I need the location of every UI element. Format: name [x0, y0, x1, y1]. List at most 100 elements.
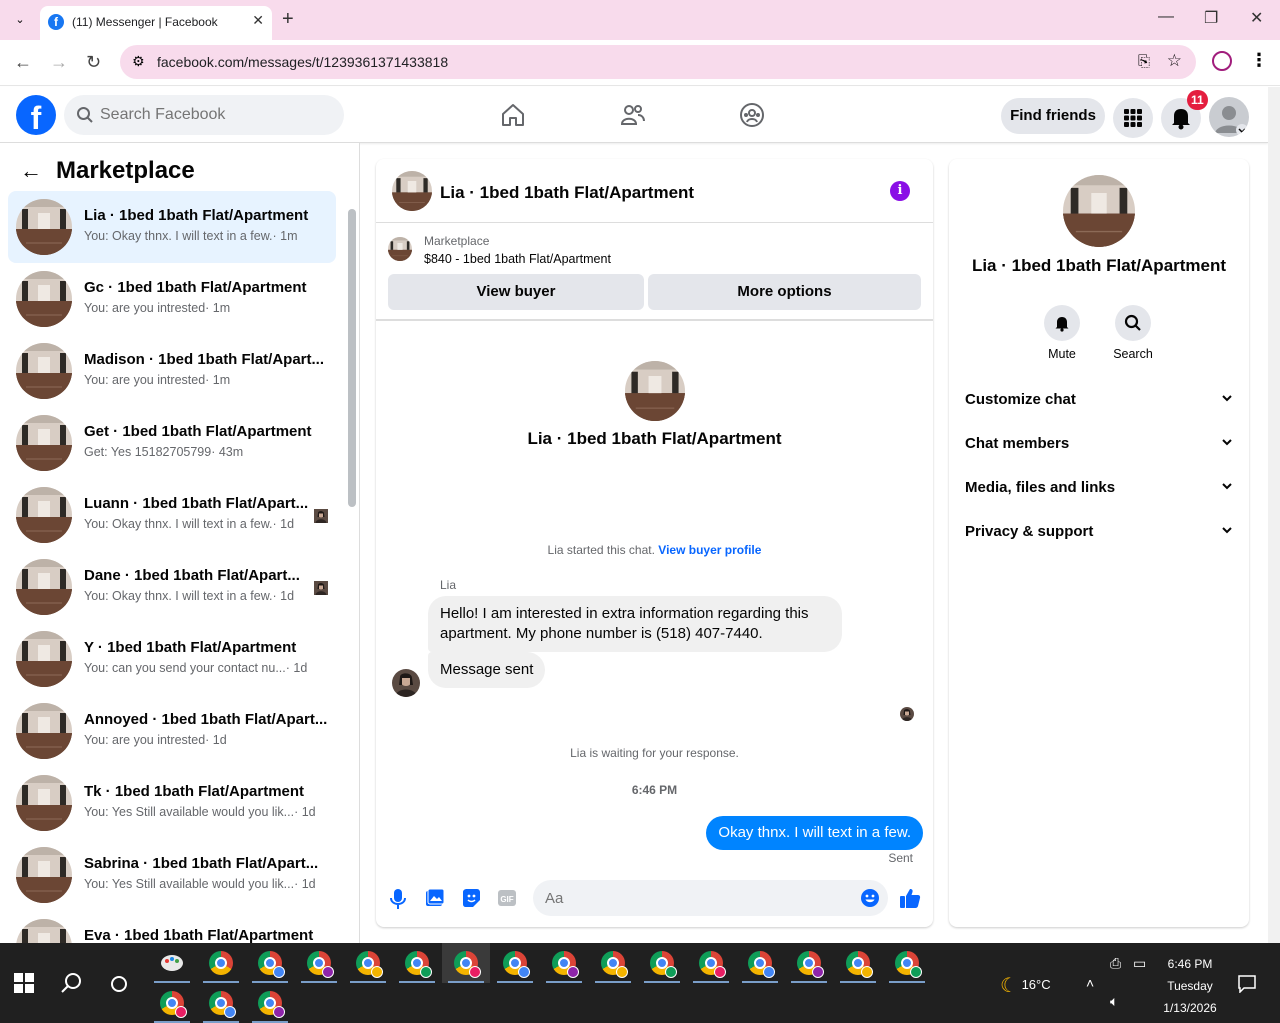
listing-thumbnail[interactable]	[388, 237, 412, 261]
search-in-chat-button[interactable]: Search	[1097, 305, 1169, 361]
chrome-window-button[interactable]	[246, 983, 294, 1023]
forward-icon[interactable]: →	[50, 52, 68, 73]
chrome-window-button[interactable]	[834, 943, 882, 983]
conversation-item[interactable]: Tk · 1bed 1bath Flat/Apartment You: Yes S…	[8, 767, 336, 839]
conversation-item[interactable]: Y · 1bed 1bath Flat/Apartment You: can yo…	[8, 623, 336, 695]
chrome-window-button[interactable]	[393, 943, 441, 983]
friends-icon[interactable]	[620, 102, 646, 133]
chat-avatar[interactable]	[392, 171, 432, 211]
view-buyer-profile-link[interactable]: View buyer profile	[658, 543, 761, 557]
page-scrollbar[interactable]	[1268, 87, 1280, 943]
conversation-item[interactable]: Madison · 1bed 1bath Flat/Apart... You: a…	[8, 335, 336, 407]
chrome-window-button[interactable]	[442, 943, 490, 983]
groups-icon[interactable]	[739, 102, 765, 133]
conversation-item[interactable]: Eva · 1bed 1bath Flat/Apartment	[8, 911, 336, 943]
conversation-item[interactable]: Dane · 1bed 1bath Flat/Apart... You: Okay…	[8, 551, 336, 623]
home-icon[interactable]	[500, 102, 526, 133]
chat-title[interactable]: Lia · 1bed 1bath Flat/Apartment	[440, 183, 694, 203]
chrome-window-button[interactable]	[197, 943, 245, 983]
chrome-window-button[interactable]	[736, 943, 784, 983]
conversation-item[interactable]: Annoyed · 1bed 1bath Flat/Apart... You: a…	[8, 695, 336, 767]
browser-menu-icon[interactable]: ⋮	[1250, 50, 1268, 71]
browser-tab-messenger[interactable]: f (11) Messenger | Facebook ✕	[40, 6, 272, 40]
chat-panel: Lia · 1bed 1bath Flat/Apartment i Market…	[376, 159, 933, 927]
close-tab-icon[interactable]: ✕	[252, 12, 264, 29]
minimize-button[interactable]: —	[1158, 8, 1174, 26]
incoming-message[interactable]: Message sent	[428, 652, 546, 688]
sender-avatar[interactable]	[392, 669, 420, 697]
details-avatar[interactable]	[1063, 175, 1135, 247]
thumbs-up-icon[interactable]	[899, 887, 921, 914]
conversation-item[interactable]: Lia · 1bed 1bath Flat/Apartment You: Okay…	[8, 191, 336, 263]
windows-start-icon[interactable]	[14, 973, 34, 998]
new-tab-button[interactable]: +	[282, 8, 294, 30]
customize-chat-row[interactable]: Customize chat	[965, 379, 1233, 423]
network-icon[interactable]: ▭	[1133, 955, 1146, 972]
incoming-message[interactable]: Hello! I am interested in extra informat…	[428, 596, 842, 652]
tab-search-button[interactable]: ⌄	[8, 8, 32, 32]
back-icon[interactable]: ←	[14, 52, 32, 73]
volume-icon[interactable]: 🔈︎	[1110, 993, 1118, 1010]
facebook-logo[interactable]: f	[16, 95, 56, 136]
taskbar-clock[interactable]: 6:46 PM Tuesday 1/13/2026	[1160, 953, 1220, 1019]
chrome-window-button[interactable]	[148, 983, 196, 1023]
site-info-icon[interactable]: ⚙	[132, 53, 145, 70]
chrome-window-button[interactable]	[785, 943, 833, 983]
view-buyer-button[interactable]: View buyer	[388, 274, 644, 310]
temperature: 16°C	[1021, 976, 1051, 992]
search-box[interactable]	[64, 95, 344, 135]
find-friends-button[interactable]: Find friends	[1001, 98, 1105, 134]
gif-icon[interactable]: GIF	[497, 888, 517, 913]
action-center-icon[interactable]	[1238, 975, 1256, 998]
show-hidden-icons-icon[interactable]: ˄	[1086, 975, 1094, 991]
meet-now-icon[interactable]: ⎙	[1110, 955, 1121, 972]
listing-title[interactable]: $840 - 1bed 1bath Flat/Apartment	[424, 252, 611, 266]
url-text[interactable]: facebook.com/messages/t/1239361371433818	[157, 54, 448, 70]
emoji-icon[interactable]	[860, 888, 880, 913]
photo-icon[interactable]	[425, 888, 445, 913]
sidebar-scrollbar[interactable]	[348, 209, 356, 507]
sticker-icon[interactable]	[461, 888, 481, 913]
chat-members-row[interactable]: Chat members	[965, 423, 1233, 467]
search-input[interactable]	[100, 95, 330, 135]
account-avatar[interactable]	[1209, 97, 1249, 137]
back-arrow-icon[interactable]: ←	[20, 158, 48, 184]
chrome-icon	[650, 951, 677, 978]
chrome-window-button[interactable]	[589, 943, 637, 983]
conversation-item[interactable]: Sabrina · 1bed 1bath Flat/Apart... You: Y…	[8, 839, 336, 911]
conversation-item[interactable]: Gc · 1bed 1bath Flat/Apartment You: are y…	[8, 263, 336, 335]
chrome-window-button[interactable]	[246, 943, 294, 983]
message-input-box[interactable]	[533, 880, 888, 916]
weather-widget[interactable]: ☾ 16°C	[1000, 973, 1051, 998]
cortana-icon[interactable]	[110, 975, 128, 998]
conversation-item[interactable]: Get · 1bed 1bath Flat/Apartment Get: Yes …	[8, 407, 336, 479]
address-bar[interactable]: ⚙ facebook.com/messages/t/12393613714338…	[120, 45, 1196, 79]
chrome-window-button[interactable]	[491, 943, 539, 983]
chrome-window-button[interactable]	[295, 943, 343, 983]
taskbar-search-icon[interactable]	[60, 971, 84, 1000]
close-window-button[interactable]: ✕	[1250, 8, 1263, 28]
bookmark-star-icon[interactable]: ☆	[1167, 51, 1182, 71]
chrome-window-button[interactable]	[197, 983, 245, 1023]
reload-icon[interactable]: ↻	[86, 52, 101, 73]
menu-grid-button[interactable]	[1113, 98, 1153, 138]
info-icon[interactable]: i	[890, 181, 910, 201]
profile-icon[interactable]	[1212, 51, 1232, 71]
restore-button[interactable]: ❐	[1204, 8, 1218, 28]
chrome-window-button[interactable]	[883, 943, 931, 983]
microphone-icon[interactable]	[390, 888, 406, 915]
chrome-window-button[interactable]	[638, 943, 686, 983]
outgoing-message[interactable]: Okay thnx. I will text in a few.	[706, 816, 923, 850]
profile-badge	[861, 966, 873, 978]
mute-button[interactable]: Mute	[1026, 305, 1098, 361]
media-files-links-row[interactable]: Media, files and links	[965, 467, 1233, 511]
chrome-window-button[interactable]	[344, 943, 392, 983]
privacy-support-row[interactable]: Privacy & support	[965, 511, 1233, 555]
more-options-button[interactable]: More options	[648, 274, 921, 310]
install-app-icon[interactable]: ⎘	[1138, 53, 1150, 70]
chrome-window-button[interactable]	[540, 943, 588, 983]
message-input[interactable]	[545, 880, 845, 916]
paint-app-button[interactable]	[148, 943, 196, 983]
chrome-window-button[interactable]	[687, 943, 735, 983]
conversation-item[interactable]: Luann · 1bed 1bath Flat/Apart... You: Oka…	[8, 479, 336, 551]
